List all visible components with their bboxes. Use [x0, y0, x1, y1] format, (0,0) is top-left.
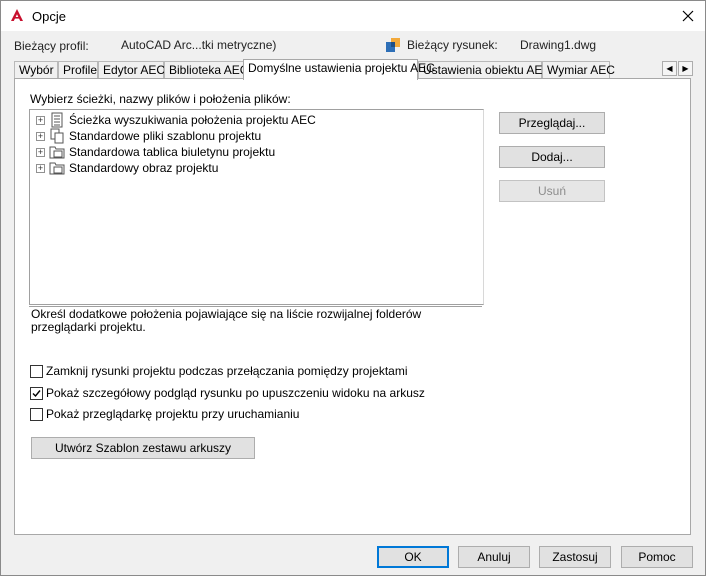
- detailed-preview-checkbox[interactable]: [30, 386, 43, 400]
- remove-button[interactable]: Usuń: [499, 180, 605, 202]
- close-drawings-option[interactable]: Zamknij rysunki projektu podczas przełąc…: [30, 364, 408, 378]
- autocad-logo-icon: [11, 9, 23, 21]
- options-dialog: Opcje Bieżący profil: AutoCAD Arc...tki …: [0, 0, 706, 576]
- tree-item[interactable]: + Standardowa tablica biuletynu projektu: [36, 144, 275, 160]
- tree-item-label: Standardowy obraz projektu: [69, 161, 219, 175]
- cancel-button[interactable]: Anuluj: [458, 546, 530, 568]
- checkbox-label: Pokaż przeglądarkę projektu przy urucham…: [46, 407, 300, 421]
- tree-item[interactable]: + Standardowe pliki szablonu projektu: [36, 128, 261, 144]
- tree-item-label: Ścieżka wyszukiwania położenia projektu …: [69, 113, 316, 127]
- add-button[interactable]: Dodaj...: [499, 146, 605, 168]
- tab-aec-object-settings[interactable]: Ustawienia obiektu AEC: [418, 61, 551, 78]
- profile-info-row: Bieżący profil: AutoCAD Arc...tki metryc…: [1, 37, 705, 55]
- title-bar[interactable]: Opcje: [1, 1, 705, 31]
- dialog-buttons: OK Anuluj Zastosuj Pomoc: [1, 537, 705, 575]
- tab-aec-dimension[interactable]: Wymiar AEC: [542, 61, 615, 78]
- checkmark-icon: [32, 389, 41, 397]
- bulletin-board-icon: [49, 146, 65, 159]
- tab-scroll-right-button[interactable]: ▶: [678, 61, 693, 76]
- close-icon: [682, 10, 694, 22]
- expand-icon[interactable]: +: [36, 147, 45, 157]
- current-drawing-value: Drawing1.dwg: [520, 38, 597, 52]
- expand-icon[interactable]: +: [36, 131, 45, 141]
- tree-item[interactable]: + Ścieżka wyszukiwania położenia projekt…: [36, 112, 316, 128]
- apply-button[interactable]: Zastosuj: [539, 546, 611, 568]
- tab-aec-editor[interactable]: Edytor AEC: [98, 61, 165, 78]
- drawing-icon: [386, 38, 400, 52]
- show-browser-checkbox[interactable]: [30, 407, 43, 421]
- close-button[interactable]: [671, 1, 705, 31]
- browse-button[interactable]: Przeglądaj...: [499, 112, 605, 134]
- ok-button[interactable]: OK: [377, 546, 449, 568]
- tree-item-label: Standardowe pliki szablonu projektu: [69, 129, 262, 143]
- tree-item[interactable]: + Standardowy obraz projektu: [36, 160, 218, 176]
- project-image-icon: [49, 162, 65, 175]
- tab-strip: Wybór Profile Edytor AEC Biblioteka AEC …: [14, 59, 694, 80]
- tab-panel: Wybierz ścieżki, nazwy plików i położeni…: [14, 78, 691, 535]
- arrow-right-icon: ▶: [682, 64, 689, 73]
- search-path-icon: [51, 112, 63, 128]
- current-profile-value: AutoCAD Arc...tki metryczne): [121, 38, 277, 52]
- show-browser-option[interactable]: Pokaż przeglądarkę projektu przy urucham…: [30, 407, 299, 421]
- create-sheet-set-template-button[interactable]: Utwórz Szablon zestawu arkuszy: [31, 437, 255, 459]
- tab-selection[interactable]: Wybór: [14, 61, 58, 78]
- detailed-preview-option[interactable]: Pokaż szczegółowy podgląd rysunku po upu…: [30, 386, 425, 400]
- tree-item-label: Standardowa tablica biuletynu projektu: [69, 145, 276, 159]
- current-profile-label: Bieżący profil:: [14, 39, 89, 53]
- checkbox-label: Pokaż szczegółowy podgląd rysunku po upu…: [46, 386, 425, 400]
- tab-scroll-left-button[interactable]: ◀: [662, 61, 677, 76]
- tab-aec-project-defaults[interactable]: Domyślne ustawienia projektu AEC: [243, 59, 435, 80]
- paths-tree[interactable]: + Ścieżka wyszukiwania położenia projekt…: [29, 109, 484, 305]
- help-button[interactable]: Pomoc: [621, 546, 693, 568]
- paths-label: Wybierz ścieżki, nazwy plików i położeni…: [30, 92, 291, 106]
- checkbox-label: Zamknij rysunki projektu podczas przełąc…: [46, 364, 408, 378]
- template-files-icon: [50, 128, 64, 144]
- current-drawing-label: Bieżący rysunek:: [407, 38, 498, 52]
- tab-profiles[interactable]: Profile: [58, 61, 98, 78]
- window-title: Opcje: [32, 9, 66, 24]
- arrow-left-icon: ◀: [666, 64, 673, 73]
- tab-aec-library[interactable]: Biblioteka AEC: [164, 61, 248, 78]
- description-text: Określ dodatkowe położenia pojawiające s…: [29, 306, 482, 346]
- expand-icon[interactable]: +: [36, 115, 45, 125]
- close-drawings-checkbox[interactable]: [30, 364, 43, 378]
- expand-icon[interactable]: +: [36, 163, 45, 173]
